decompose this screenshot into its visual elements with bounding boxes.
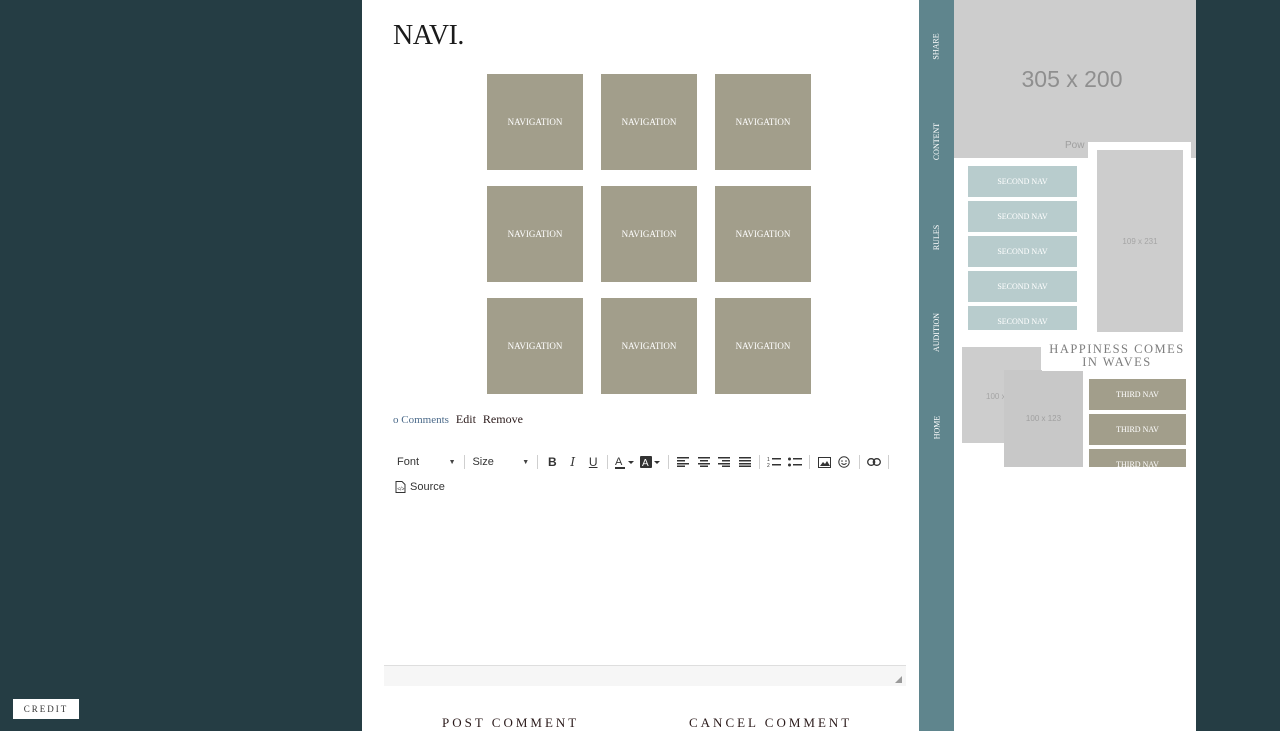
vnav-share[interactable]: SHARE [919,32,954,60]
vertical-nav: SHARE CONTENT RULES AUDITION HOME [919,0,954,731]
nav-tile[interactable]: NAVIGATION [715,74,811,170]
navigation-grid: NAVIGATION NAVIGATION NAVIGATION NAVIGAT… [487,74,813,394]
source-button[interactable]: </> Source [395,481,445,493]
numbered-list-icon[interactable]: 12 [766,453,782,471]
nav-tile[interactable]: NAVIGATION [601,298,697,394]
banner-placeholder: 305 x 200 Pow [954,0,1196,158]
toolbar-divider [759,455,760,469]
second-nav-item[interactable]: SECOND NAV [968,166,1077,197]
sidebar: 305 x 200 Pow 109 x 231 SECOND NAV SECON… [954,0,1196,731]
third-nav-item[interactable]: THIRD NAV [1089,414,1186,445]
svg-text:2: 2 [767,463,770,468]
vnav-label: SHARE [931,32,941,60]
source-button-label: Source [410,481,445,493]
second-nav-item[interactable]: SECOND NAV [968,271,1077,302]
bold-icon[interactable]: B [544,453,560,471]
svg-text:A: A [642,458,649,469]
vnav-label: AUDITION [932,312,942,352]
nav-tile[interactable]: NAVIGATION [715,298,811,394]
comments-link[interactable]: o Comments [393,414,449,426]
toolbar-divider [808,455,810,469]
nav-tile[interactable]: NAVIGATION [487,74,583,170]
small-placeholder-1-label: 100 x [986,392,1006,401]
second-nav-item[interactable]: SECOND NAV [968,236,1077,267]
bulleted-list-icon[interactable] [786,453,802,471]
chevron-down-icon: ▼ [448,458,456,466]
post-meta: o Comments Edit Remove [393,412,523,427]
toolbar-divider [537,455,539,469]
vnav-home[interactable]: HOME [919,415,954,439]
credit-button[interactable]: CREDIT [13,699,79,719]
editor-status-bar [384,665,906,686]
vnav-rules[interactable]: RULES [919,224,954,250]
remove-link[interactable]: Remove [483,412,523,427]
align-justify-icon[interactable] [737,453,753,471]
nav-tile[interactable]: NAVIGATION [487,186,583,282]
svg-text:</>: </> [397,486,404,492]
underline-icon[interactable]: U [585,453,601,471]
vnav-label: HOME [932,415,941,439]
toolbar-divider [888,455,890,469]
image-icon[interactable] [816,453,832,471]
svg-text:A: A [615,456,623,468]
nav-tile[interactable]: NAVIGATION [715,186,811,282]
small-placeholder-2: 100 x 123 [1004,370,1083,467]
tall-placeholder-label: 109 x 231 [1122,236,1158,246]
font-select[interactable]: Font ▼ [393,453,460,471]
link-icon[interactable] [866,453,882,471]
second-nav-item[interactable]: SECOND NAV [968,201,1077,232]
toolbar-divider [607,455,609,469]
resize-handle[interactable] [895,676,902,683]
vnav-label: CONTENT [932,122,942,160]
second-nav-list: SECOND NAV SECOND NAV SECOND NAV SECOND … [968,166,1077,330]
toolbar-divider [463,455,465,469]
main-panel: NAVI. NAVIGATION NAVIGATION NAVIGATION N… [362,0,919,731]
size-select[interactable]: Size ▼ [468,453,533,471]
cancel-comment-button[interactable]: CANCEL COMMENT [689,715,852,731]
tagline: HAPPINESS COMES IN WAVES [1042,343,1192,371]
vnav-label: RULES [932,224,941,250]
third-nav-item[interactable]: THIRD NAV [1089,379,1186,410]
nav-tile[interactable]: NAVIGATION [487,298,583,394]
source-icon: </> [395,481,406,493]
third-nav-item[interactable]: THIRD NAV [1089,449,1186,467]
banner-powered-label: Pow [1065,140,1085,151]
comment-editor[interactable] [384,500,906,665]
nav-tile[interactable]: NAVIGATION [601,186,697,282]
chevron-down-icon: ▼ [522,458,530,466]
editor-toolbar: Font ▼ Size ▼ B I U A A 1 2 [393,452,893,472]
small-placeholder-2-label: 100 x 123 [1025,414,1062,423]
text-color-icon[interactable]: A [614,453,636,471]
align-left-icon[interactable] [675,453,691,471]
size-select-label: Size [472,456,494,468]
background-color-icon[interactable]: A [640,453,662,471]
second-nav-item[interactable]: SECOND NAV [968,306,1077,330]
vnav-content[interactable]: CONTENT [919,122,954,159]
align-right-icon[interactable] [716,453,732,471]
nav-tile[interactable]: NAVIGATION [601,74,697,170]
toolbar-divider [858,455,860,469]
font-select-label: Font [397,456,420,468]
toolbar-divider [668,455,670,469]
post-comment-button[interactable]: POST COMMENT [442,715,579,731]
align-center-icon[interactable] [696,453,712,471]
italic-icon[interactable]: I [565,453,581,471]
edit-link[interactable]: Edit [456,412,476,427]
banner-size-label: 305 x 200 [1021,66,1123,92]
tall-placeholder: 109 x 231 [1097,150,1183,332]
vnav-audition[interactable]: AUDITION [919,312,954,351]
page-title: NAVI. [393,20,464,51]
emoji-icon[interactable] [836,453,852,471]
third-nav-list: THIRD NAV THIRD NAV THIRD NAV [1089,379,1186,467]
